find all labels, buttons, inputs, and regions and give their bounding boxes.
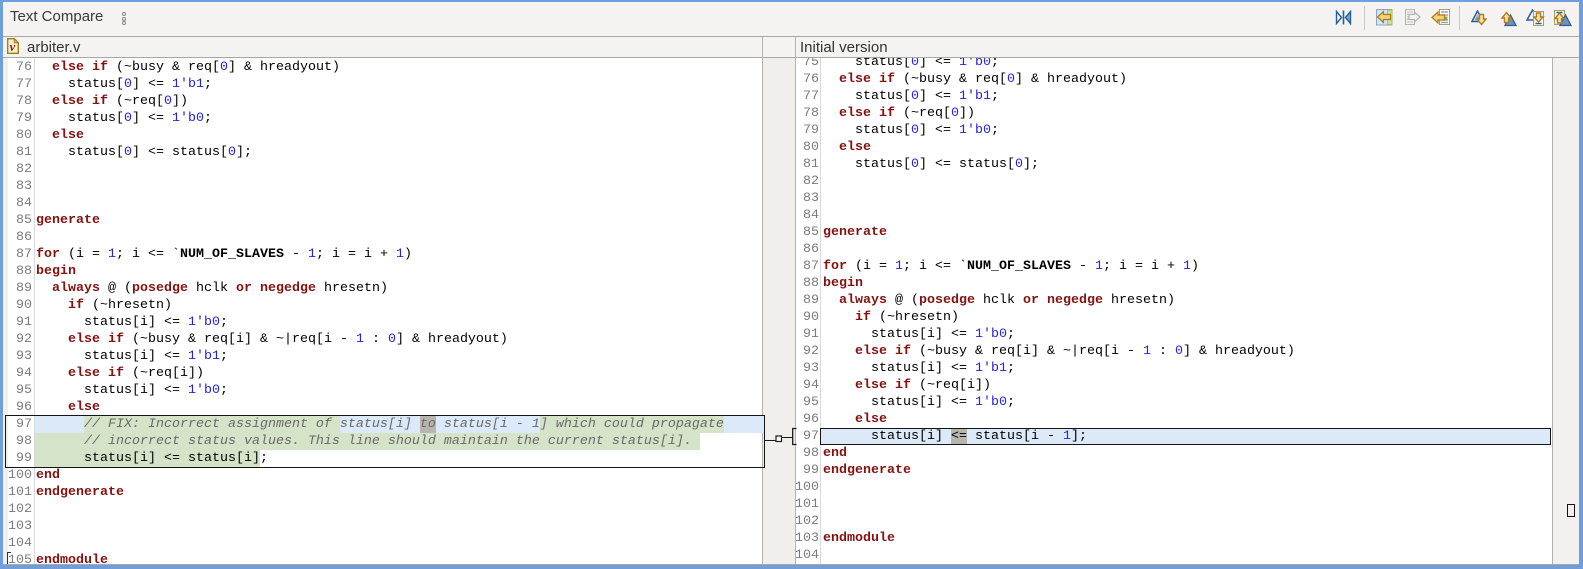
svg-text:v: v — [10, 40, 16, 54]
